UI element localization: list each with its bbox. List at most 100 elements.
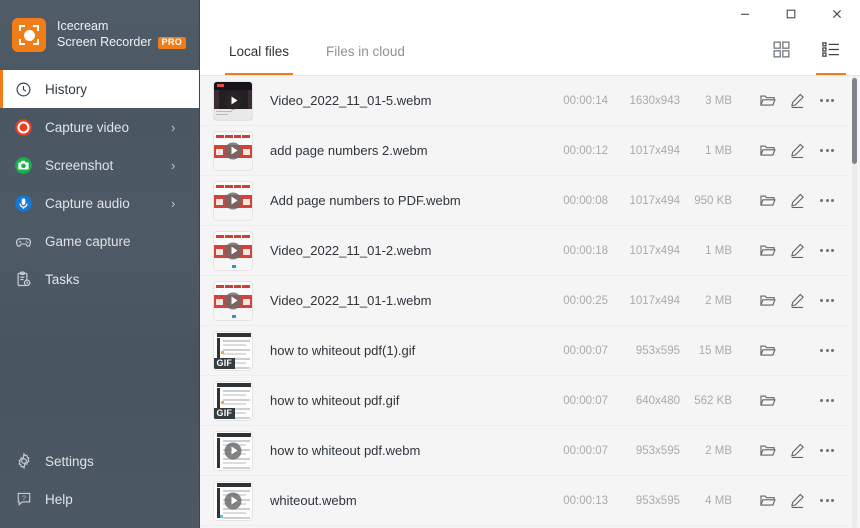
file-thumbnail: GIF [213, 330, 253, 371]
table-row[interactable]: whiteout.webm 00:00:13 953x595 4 MB [200, 476, 848, 526]
open-folder-button[interactable] [752, 486, 782, 516]
edit-button[interactable] [782, 86, 812, 116]
table-row[interactable]: GIF how to whiteout pdf(1).gif 00:00:07 … [200, 326, 848, 376]
open-folder-button[interactable] [752, 386, 782, 416]
sidebar-item-tasks[interactable]: Tasks [0, 260, 199, 298]
open-folder-button[interactable] [752, 86, 782, 116]
file-thumbnail: GIF [213, 380, 253, 421]
file-name: Video_2022_11_01-2.webm [270, 243, 432, 258]
more-options-button[interactable] [812, 386, 842, 416]
app-logo-icon [12, 18, 46, 52]
close-button[interactable] [814, 0, 860, 28]
open-folder-button[interactable] [752, 286, 782, 316]
more-options-icon [820, 199, 834, 202]
open-folder-button[interactable] [752, 186, 782, 216]
play-icon [224, 192, 242, 209]
app-window: Icecream Screen Recorder PRO History Cap… [0, 0, 860, 528]
more-options-button[interactable] [812, 86, 842, 116]
file-resolution: 1017x494 [629, 194, 680, 207]
file-thumbnail [213, 430, 253, 471]
edit-button-placeholder [782, 386, 812, 416]
brand-name-line2: Screen Recorder [57, 35, 152, 49]
more-options-icon [820, 499, 834, 502]
file-duration: 00:00:07 [563, 444, 608, 457]
sidebar-item-history[interactable]: History [0, 70, 199, 108]
scrollbar-track[interactable] [852, 76, 857, 528]
open-folder-button[interactable] [752, 236, 782, 266]
sidebar-item-label: Tasks [45, 271, 80, 287]
more-options-button[interactable] [812, 186, 842, 216]
file-list[interactable]: Video_2022_11_01-5.webm 00:00:14 1630x94… [200, 76, 860, 528]
file-name: how to whiteout pdf.webm [270, 443, 421, 458]
tab-local-files[interactable]: Local files [225, 28, 294, 75]
scrollbar-thumb[interactable] [852, 78, 857, 164]
sidebar-item-screenshot[interactable]: Screenshot › [0, 146, 199, 184]
table-row[interactable]: Video_2022_11_01-5.webm 00:00:14 1630x94… [200, 76, 848, 126]
file-thumbnail [213, 230, 253, 271]
gif-badge: GIF [214, 407, 235, 419]
sidebar-item-capture-audio[interactable]: Capture audio › [0, 184, 199, 222]
play-icon [224, 492, 242, 509]
file-size: 3 MB [705, 94, 732, 107]
edit-button[interactable] [782, 436, 812, 466]
file-thumbnail [213, 480, 253, 521]
table-row[interactable]: Add page numbers to PDF.webm 00:00:08 10… [200, 176, 848, 226]
edit-button[interactable] [782, 186, 812, 216]
brand-name-line1: Icecream [57, 19, 109, 34]
table-row[interactable]: GIF how to whiteout pdf.gif 00:00:07 640… [200, 376, 848, 426]
sidebar-item-label: Screenshot [45, 157, 114, 173]
table-row[interactable]: add page numbers 2.webm 00:00:12 1017x49… [200, 126, 848, 176]
play-icon [224, 142, 242, 159]
maximize-button[interactable] [768, 0, 814, 28]
table-row[interactable]: Video_2022_11_01-2.webm 00:00:18 1017x49… [200, 226, 848, 276]
table-row[interactable]: Video_2022_11_01-1.webm 00:00:25 1017x49… [200, 276, 848, 326]
file-thumbnail [213, 130, 253, 171]
sidebar-item-capture-video[interactable]: Capture video › [0, 108, 199, 146]
more-options-button[interactable] [812, 286, 842, 316]
play-icon [224, 292, 242, 309]
list-icon [822, 41, 840, 63]
table-row[interactable]: how to whiteout pdf.webm 00:00:07 953x59… [200, 426, 848, 476]
file-resolution: 640x480 [635, 394, 680, 407]
chevron-right-icon: › [171, 119, 176, 135]
sidebar-item-help[interactable]: ? Help [0, 480, 199, 518]
edit-button-placeholder [782, 336, 812, 366]
row-actions [732, 186, 842, 216]
open-folder-button[interactable] [752, 136, 782, 166]
row-actions [732, 236, 842, 266]
file-duration: 00:00:12 [563, 144, 608, 157]
more-options-button[interactable] [812, 486, 842, 516]
row-actions [732, 136, 842, 166]
grid-view-button[interactable] [766, 28, 796, 75]
tab-files-in-cloud[interactable]: Files in cloud [322, 28, 409, 75]
more-options-button[interactable] [812, 336, 842, 366]
more-options-button[interactable] [812, 136, 842, 166]
open-folder-button[interactable] [752, 336, 782, 366]
minimize-button[interactable] [722, 0, 768, 28]
svg-text:?: ? [22, 495, 26, 502]
list-view-button[interactable] [816, 28, 846, 75]
edit-button[interactable] [782, 236, 812, 266]
edit-button[interactable] [782, 486, 812, 516]
app-brand: Icecream Screen Recorder PRO [0, 0, 199, 70]
edit-button[interactable] [782, 136, 812, 166]
sidebar-item-label: Capture audio [45, 195, 130, 211]
file-size: 562 KB [694, 394, 732, 407]
edit-button[interactable] [782, 286, 812, 316]
file-resolution: 1017x494 [629, 144, 680, 157]
file-duration: 00:00:07 [563, 344, 608, 357]
row-actions [732, 486, 842, 516]
open-folder-button[interactable] [752, 436, 782, 466]
sidebar-item-settings[interactable]: Settings [0, 442, 199, 480]
file-resolution: 1017x494 [629, 244, 680, 257]
row-actions [732, 336, 842, 366]
file-size: 1 MB [705, 244, 732, 257]
file-resolution: 953x595 [635, 444, 680, 457]
clock-icon [14, 80, 33, 99]
more-options-button[interactable] [812, 236, 842, 266]
tab-label: Local files [229, 44, 290, 59]
title-bar [200, 0, 860, 28]
sidebar-item-game-capture[interactable]: Game capture [0, 222, 199, 260]
more-options-button[interactable] [812, 436, 842, 466]
chevron-right-icon: › [171, 195, 176, 211]
